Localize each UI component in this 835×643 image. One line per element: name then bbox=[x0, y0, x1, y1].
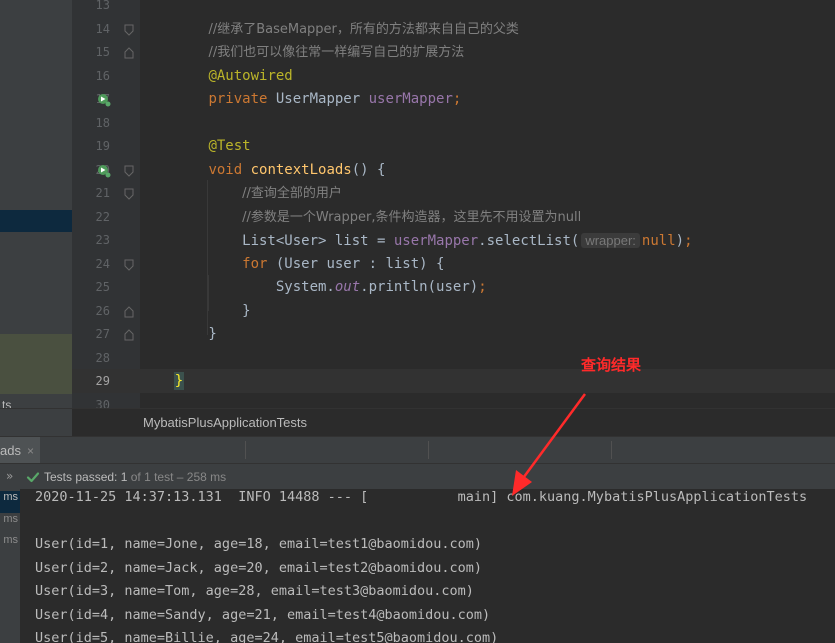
code-line-17[interactable]: private UserMapper userMapper; bbox=[141, 88, 461, 112]
line-number: 26 bbox=[95, 303, 110, 318]
gutter-line-23[interactable]: 23 bbox=[72, 229, 130, 253]
code-line-25[interactable]: System.out.println(user); bbox=[141, 276, 487, 300]
indent-guide bbox=[207, 180, 208, 335]
project-panel-strip[interactable]: ts bbox=[0, 0, 72, 408]
project-changed-rows bbox=[0, 334, 72, 394]
gutter-line-16[interactable]: 16 bbox=[72, 65, 130, 89]
line-number: 23 bbox=[95, 233, 110, 247]
fold-marker-icon[interactable] bbox=[124, 259, 134, 271]
gutter-line-27[interactable]: 27 bbox=[72, 323, 134, 347]
gutter-line-21[interactable]: 21 bbox=[72, 182, 134, 206]
fold-marker-icon[interactable] bbox=[124, 165, 134, 177]
project-item-label[interactable]: ts bbox=[2, 398, 11, 408]
console-line: User(id=5, name=Billie, age=24, email=te… bbox=[35, 630, 499, 643]
line-number: 14 bbox=[95, 21, 110, 36]
gutter-line-28[interactable]: 28 bbox=[72, 347, 130, 371]
code-line-26[interactable]: } bbox=[141, 300, 250, 324]
gutter-line-15[interactable]: 15 bbox=[72, 41, 134, 65]
project-selected-row[interactable] bbox=[0, 210, 72, 232]
line-number: 22 bbox=[95, 209, 110, 224]
fold-marker-icon[interactable] bbox=[124, 188, 134, 200]
line-number: 25 bbox=[95, 280, 110, 294]
gutter-line-14[interactable]: 14 bbox=[72, 18, 134, 42]
gutter-line-24[interactable]: 24 bbox=[72, 253, 134, 277]
check-icon bbox=[26, 472, 40, 483]
gutter-line-17[interactable]: 17 bbox=[72, 88, 130, 112]
gutter-line-25[interactable]: 25 bbox=[72, 276, 130, 300]
header-divider bbox=[611, 441, 612, 459]
test-tree-item[interactable]: ms bbox=[0, 534, 20, 556]
console-line: 2020-11-25 14:37:13.131 INFO 14488 --- [… bbox=[35, 489, 808, 505]
code-line-14[interactable]: //继承了BaseMapper，所有的方法都来自自己的父类 bbox=[141, 18, 518, 42]
annotation-label: 查询结果 bbox=[581, 356, 642, 374]
line-number: 19 bbox=[95, 139, 110, 153]
code-line-13[interactable] bbox=[141, 0, 175, 18]
indent-guide bbox=[208, 275, 209, 311]
gutter-line-19[interactable]: 19 bbox=[72, 135, 130, 159]
run-tool-window-header: ads × bbox=[0, 436, 835, 464]
code-line-23[interactable]: List<User> list = userMapper.selectList(… bbox=[141, 229, 693, 253]
expand-chevron-icon[interactable]: » bbox=[6, 469, 13, 483]
breadcrumb-left-strip bbox=[0, 409, 72, 437]
gutter-line-29[interactable]: 29 bbox=[72, 370, 130, 394]
code-line-20[interactable]: void contextLoads() { bbox=[141, 159, 385, 183]
line-number: 13 bbox=[95, 0, 110, 12]
test-tree[interactable]: ms ms ms bbox=[0, 489, 20, 643]
gutter-line-26[interactable]: 26 bbox=[72, 300, 134, 324]
current-line-highlight bbox=[140, 369, 835, 393]
code-line-16[interactable]: @Autowired bbox=[141, 65, 292, 89]
line-number: 27 bbox=[95, 327, 110, 341]
fold-marker-icon[interactable] bbox=[124, 305, 134, 318]
test-tree-item[interactable]: ms bbox=[0, 513, 20, 535]
run-tab[interactable]: ads × bbox=[0, 437, 40, 464]
console-line: User(id=4, name=Sandy, age=21, email=tes… bbox=[35, 606, 491, 623]
line-number: 15 bbox=[95, 45, 110, 59]
code-line-15[interactable]: //我们也可以像往常一样编写自己的扩展方法 bbox=[141, 41, 464, 65]
line-number: 28 bbox=[95, 350, 110, 365]
fold-marker-icon[interactable] bbox=[124, 47, 134, 59]
test-result-text: Tests passed: 1 of 1 test – 258 ms bbox=[44, 470, 227, 484]
line-number: 29 bbox=[95, 374, 110, 388]
run-test-icon[interactable] bbox=[97, 93, 111, 107]
code-line-27[interactable]: } bbox=[141, 323, 216, 347]
code-line-24[interactable]: for (User user : list) { bbox=[141, 253, 444, 277]
code-line-29[interactable]: } bbox=[141, 370, 185, 394]
console-line: User(id=3, name=Tom, age=28, email=test3… bbox=[35, 583, 474, 599]
gutter-line-18[interactable]: 18 bbox=[72, 112, 130, 136]
fold-marker-icon[interactable] bbox=[124, 329, 134, 341]
line-number: 21 bbox=[95, 186, 110, 200]
gutter-line-22[interactable]: 22 bbox=[72, 206, 130, 230]
code-line-21[interactable]: //查询全部的用户 bbox=[141, 182, 342, 206]
test-tree-item[interactable]: ms bbox=[0, 491, 20, 513]
run-test-icon[interactable] bbox=[97, 164, 111, 178]
gutter-line-20[interactable]: 20 bbox=[72, 159, 134, 183]
code-line-18[interactable] bbox=[141, 112, 175, 136]
header-divider bbox=[245, 441, 246, 459]
line-number: 18 bbox=[95, 115, 110, 130]
breadcrumb-class-name[interactable]: MybatisPlusApplicationTests bbox=[143, 415, 307, 430]
gutter-line-13[interactable]: 13 bbox=[72, 0, 130, 18]
close-icon[interactable]: × bbox=[27, 444, 34, 458]
editor-breadcrumb-bar: MybatisPlusApplicationTests bbox=[0, 408, 835, 437]
console-line: User(id=1, name=Jone, age=18, email=test… bbox=[35, 536, 483, 552]
line-number: 16 bbox=[95, 68, 110, 83]
code-line-28[interactable] bbox=[141, 347, 175, 371]
run-tab-label: ads bbox=[0, 443, 21, 458]
header-divider bbox=[428, 441, 429, 459]
console-line: User(id=2, name=Jack, age=20, email=test… bbox=[35, 559, 483, 576]
code-line-19[interactable]: @Test bbox=[141, 135, 250, 159]
line-number: 24 bbox=[95, 256, 110, 271]
fold-marker-icon[interactable] bbox=[124, 24, 134, 36]
console-output[interactable]: 2020-11-25 14:37:13.131 INFO 14488 --- [… bbox=[20, 489, 835, 643]
